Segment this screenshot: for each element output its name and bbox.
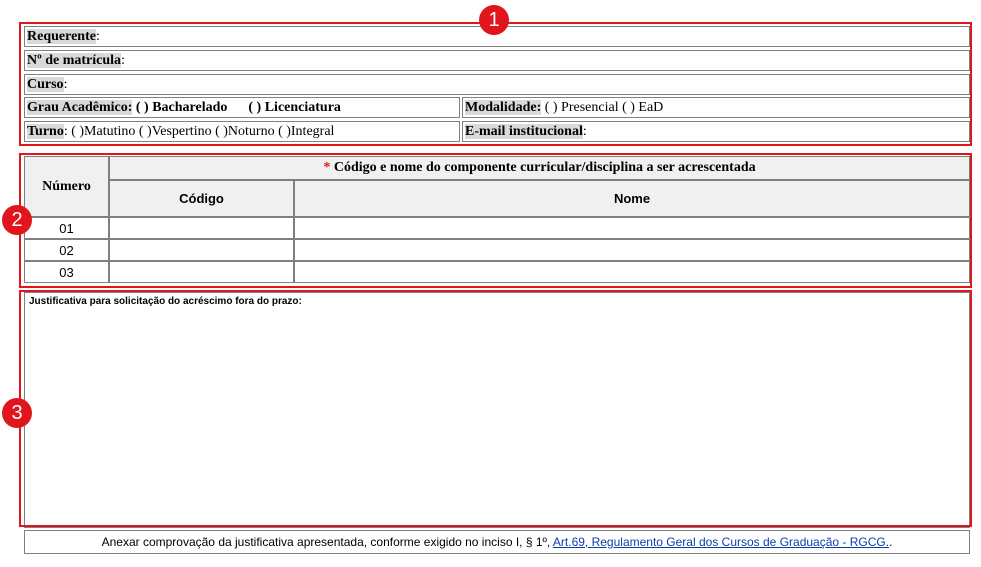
badge-2: 2 — [2, 205, 32, 235]
badge-1: 1 — [479, 5, 509, 35]
highlight-box-2 — [19, 153, 972, 288]
highlight-box-3 — [19, 290, 972, 527]
footer-end: . — [889, 535, 893, 549]
badge-3: 3 — [2, 398, 32, 428]
highlight-box-1 — [19, 22, 972, 146]
footer-note: Anexar comprovação da justificativa apre… — [24, 530, 970, 554]
footer-text: Anexar comprovação da justificativa apre… — [101, 535, 553, 549]
rgcg-link[interactable]: Art.69, Regulamento Geral dos Cursos de … — [553, 535, 889, 549]
